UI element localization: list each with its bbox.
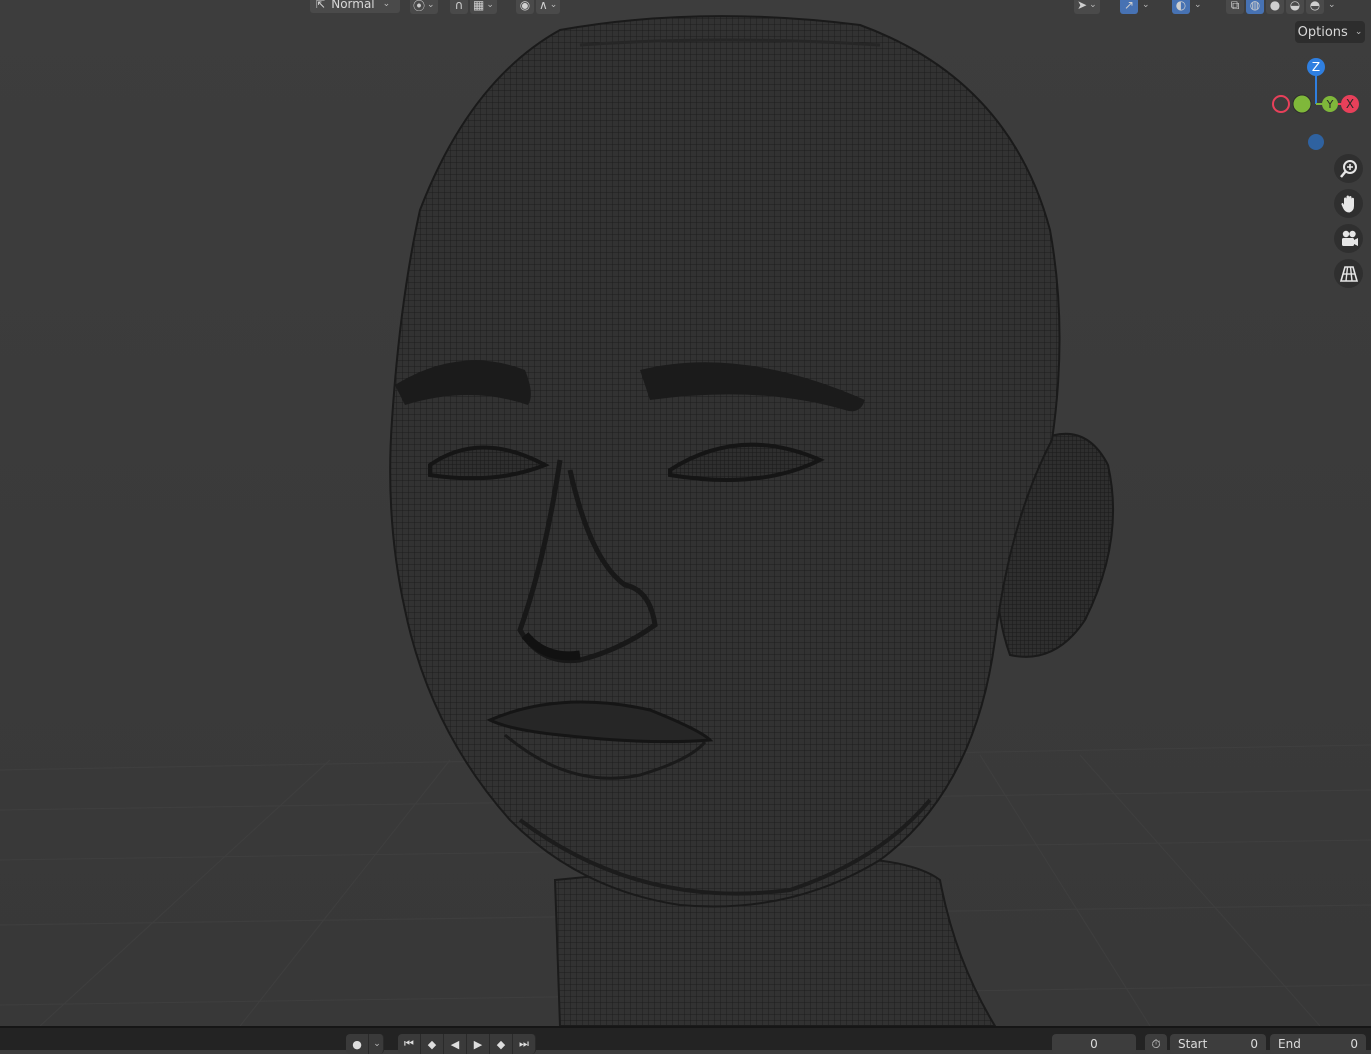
snap-toggle-button[interactable]: ∩ — [450, 0, 468, 14]
next-keyframe-icon: ◆ — [496, 1037, 506, 1051]
start-frame-field[interactable]: Start 0 — [1170, 1034, 1266, 1054]
y-axis-handle[interactable]: Y — [1322, 96, 1338, 112]
next-keyframe-button[interactable]: ◆ — [490, 1034, 513, 1054]
overlays-icon: ◐ — [1175, 0, 1187, 12]
chevron-down-icon: ⌄ — [373, 1039, 381, 1049]
end-frame-field[interactable]: End 0 — [1270, 1034, 1366, 1054]
rendered-sphere-icon: ◓ — [1309, 0, 1321, 12]
jump-end-icon: ⏭ — [519, 1037, 529, 1050]
negative-z-axis[interactable] — [1308, 134, 1324, 150]
navigation-gizmo[interactable]: Y X Z — [1266, 50, 1366, 154]
selectability-button[interactable]: ➤ ⌄ — [1074, 0, 1100, 14]
pivot-icon: ⦿ — [413, 0, 426, 13]
pivot-point-button[interactable]: ⦿ ⌄ — [410, 0, 438, 14]
prev-keyframe-icon: ◆ — [427, 1037, 437, 1051]
start-frame-label: Start — [1178, 1037, 1208, 1051]
x-axis-label: X — [1346, 97, 1354, 111]
preview-range-button[interactable]: ⏱ — [1145, 1034, 1167, 1054]
chevron-down-icon: ⌄ — [549, 0, 558, 10]
grid-snap-icon: ▦ — [473, 0, 485, 12]
y-axis-label: Y — [1326, 98, 1334, 111]
material-sphere-icon: ◒ — [1289, 0, 1301, 12]
prev-keyframe-button[interactable]: ◆ — [421, 1034, 444, 1054]
pan-button[interactable] — [1334, 189, 1363, 218]
chevron-down-icon: ⌄ — [1354, 27, 1363, 37]
zoom-button[interactable] — [1334, 154, 1363, 183]
x-axis-handle[interactable]: X — [1341, 95, 1359, 113]
z-axis-label: Z — [1312, 60, 1320, 74]
transform-orientation-dropdown[interactable]: ⇱ Normal ⌄ — [310, 0, 400, 13]
chevron-down-icon: ⌄ — [1142, 0, 1150, 10]
play-button[interactable]: ▶ — [467, 1034, 490, 1054]
chevron-down-icon: ⌄ — [1328, 0, 1336, 10]
options-label: Options — [1297, 24, 1348, 40]
perspective-grid-icon — [1339, 265, 1358, 282]
current-frame-field[interactable]: 0 — [1052, 1034, 1136, 1054]
chevron-down-icon: ⌄ — [1089, 0, 1097, 10]
jump-to-start-button[interactable]: ⏮ — [398, 1034, 421, 1054]
timeline-bar: ● ⌄ ⏮ ◆ ◀ ▶ ◆ ⏭ 0 ⏱ Start 0 End 0 — [0, 1026, 1371, 1054]
hand-icon — [1340, 195, 1354, 212]
stopwatch-icon: ⏱ — [1151, 1036, 1161, 1051]
xray-icon: ⧉ — [1230, 0, 1240, 12]
falloff-curve-icon: ∧ — [539, 0, 548, 12]
cursor-icon: ➤ — [1077, 0, 1088, 12]
jump-to-end-button[interactable]: ⏭ — [513, 1034, 536, 1054]
solid-shading-button[interactable]: ● — [1266, 0, 1284, 14]
orientation-icon: ⇱ — [316, 0, 326, 11]
snap-target-button[interactable]: ▦ ⌄ — [470, 0, 497, 14]
orientation-value: Normal — [331, 0, 375, 11]
solid-sphere-icon: ● — [1269, 0, 1281, 12]
proportional-edit-button[interactable]: ◉ — [516, 0, 534, 14]
chevron-down-icon: ⌄ — [486, 0, 494, 10]
viewport-header: ⇱ Normal ⌄ ⦿ ⌄ ∩ ▦ ⌄ ◉ ∧ ⌄ ➤ ⌄ ↗ ⌄ ◐ ⌄ ⧉ ◍ ● — [0, 0, 1371, 14]
material-shading-button[interactable]: ◒ — [1286, 0, 1304, 14]
wireframe-sphere-icon: ◍ — [1249, 0, 1261, 12]
head-mesh-wireframe[interactable] — [0, 0, 1371, 1026]
jump-start-icon: ⏮ — [404, 1037, 414, 1050]
gizmo-toggle-button[interactable]: ↗ — [1120, 0, 1138, 14]
falloff-button[interactable]: ∧ ⌄ — [536, 0, 561, 14]
options-dropdown[interactable]: Options ⌄ — [1295, 21, 1365, 43]
play-reverse-icon: ◀ — [450, 1037, 460, 1051]
record-icon: ● — [352, 1037, 362, 1051]
z-axis-handle[interactable]: Z — [1307, 58, 1325, 76]
chevron-down-icon: ⌄ — [1194, 0, 1202, 10]
zoom-icon — [1339, 159, 1357, 178]
chevron-down-icon: ⌄ — [427, 0, 435, 10]
current-frame-value: 0 — [1090, 1037, 1098, 1051]
negative-x-axis[interactable] — [1272, 95, 1290, 113]
3d-viewport[interactable]: ⇱ Normal ⌄ ⦿ ⌄ ∩ ▦ ⌄ ◉ ∧ ⌄ ➤ ⌄ ↗ ⌄ ◐ ⌄ ⧉ ◍ ● — [0, 0, 1371, 1026]
end-frame-label: End — [1278, 1037, 1301, 1051]
camera-icon — [1341, 230, 1358, 246]
rendered-shading-button[interactable]: ◓ — [1306, 0, 1324, 14]
perspective-toggle-button[interactable] — [1334, 259, 1363, 288]
play-icon: ▶ — [473, 1037, 483, 1051]
wireframe-shading-button[interactable]: ◍ — [1246, 0, 1264, 14]
xray-toggle-button[interactable]: ⧉ — [1226, 0, 1244, 14]
keying-dropdown[interactable]: ⌄ — [369, 1034, 384, 1054]
end-frame-value: 0 — [1350, 1037, 1358, 1051]
gizmo-icon: ↗ — [1123, 0, 1135, 12]
auto-keying-button[interactable]: ● — [346, 1034, 369, 1054]
magnet-icon: ∩ — [454, 0, 464, 12]
proportional-edit-icon: ◉ — [519, 0, 531, 12]
overlays-toggle-button[interactable]: ◐ — [1172, 0, 1190, 14]
start-frame-value: 0 — [1250, 1037, 1258, 1051]
play-reverse-button[interactable]: ◀ — [444, 1034, 467, 1054]
camera-view-button[interactable] — [1334, 224, 1363, 253]
chevron-down-icon: ⌄ — [382, 0, 391, 9]
negative-y-axis[interactable] — [1292, 94, 1312, 114]
